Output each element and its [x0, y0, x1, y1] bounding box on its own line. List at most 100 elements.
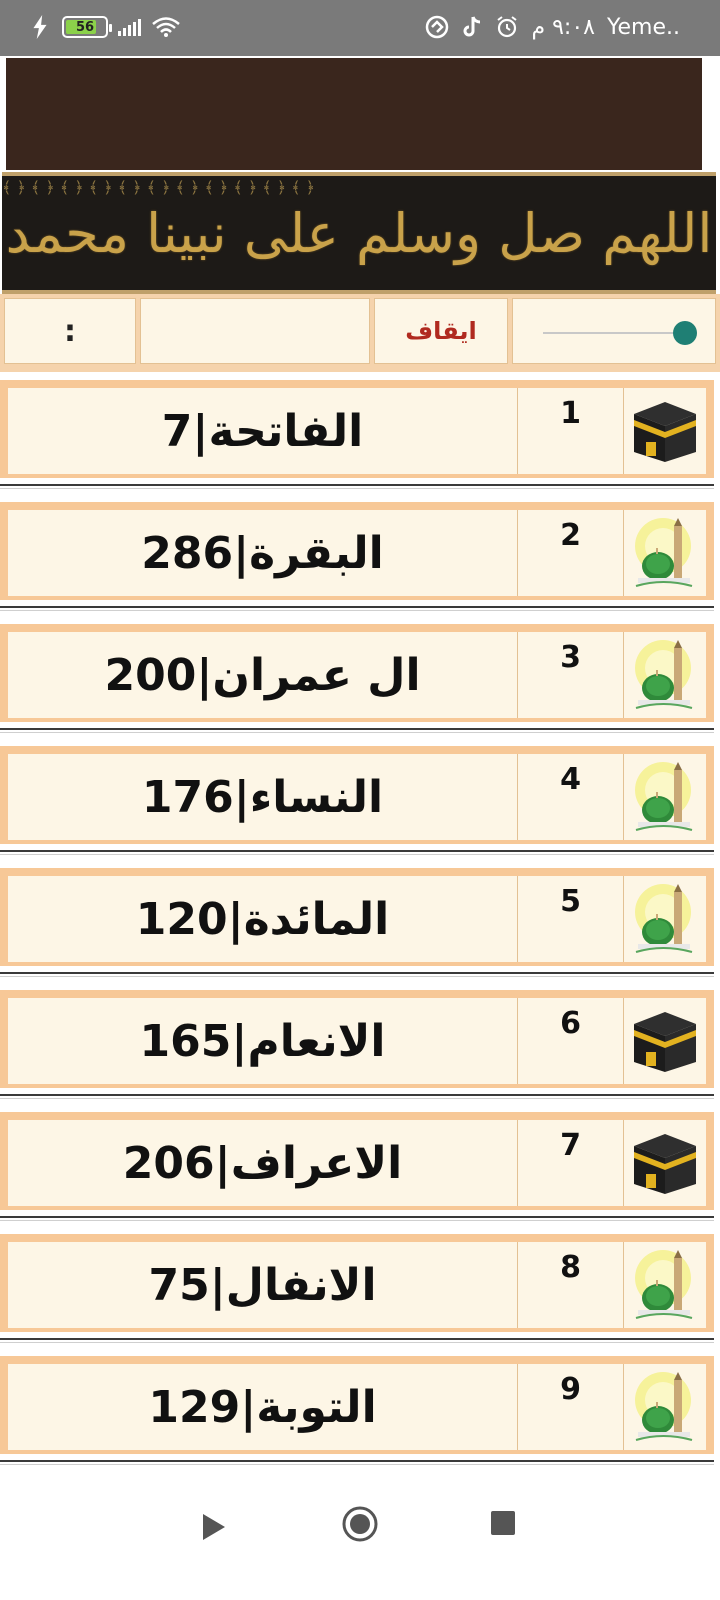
surah-card[interactable]: المائدة|120 5: [0, 868, 714, 966]
surah-card[interactable]: الانفال|75 8: [0, 1234, 714, 1332]
surah-number: 5: [518, 876, 624, 962]
surah-number: 4: [518, 754, 624, 840]
surah-name: التوبة|129: [8, 1364, 518, 1450]
row-divider: [0, 1460, 714, 1462]
row-divider: [0, 1338, 714, 1340]
calligraphy-banner: ﴾ ﴿ ﴾ ﴿ ﴾ ﴿ ﴾ ﴿ ﴾ ﴿ ﴾ ﴿ ﴾ ﴿ ﴾ ﴿ ﴾ ﴿ ﴾ ﴿ …: [2, 172, 716, 294]
app-icon: [426, 15, 449, 39]
wifi-icon: [152, 17, 180, 37]
surah-row[interactable]: التوبة|129 9: [0, 1348, 720, 1470]
surah-name: المائدة|120: [8, 876, 518, 962]
surah-icon-cell: [624, 632, 706, 718]
charging-icon: [33, 15, 47, 39]
back-icon[interactable]: [200, 1512, 228, 1542]
mosque-icon: [635, 640, 693, 709]
surah-card[interactable]: النساء|176 4: [0, 746, 714, 844]
status-bar: 56 ٩:٠٨ م Yeme..: [0, 0, 720, 56]
row-divider-light: [0, 1220, 714, 1221]
battery-level: 56: [75, 19, 95, 35]
row-divider-light: [0, 976, 714, 977]
row-divider-light: [0, 610, 714, 611]
battery-icon: 56: [62, 16, 112, 38]
surah-card[interactable]: الفاتحة|7 1: [0, 380, 714, 478]
surah-number: 3: [518, 632, 624, 718]
surah-list: الفاتحة|7 1 البقرة|286 2 ال عمران|200 3 النساء…: [0, 372, 720, 1470]
surah-icon-cell: [624, 1242, 706, 1328]
status-cell: [140, 298, 370, 364]
mosque-icon: [635, 884, 693, 953]
carrier-name: Yeme..: [606, 14, 680, 40]
surah-icon-cell: [624, 754, 706, 840]
row-divider: [0, 606, 714, 608]
surah-card[interactable]: ال عمران|200 3: [0, 624, 714, 722]
header-panel: [6, 58, 702, 170]
surah-icon-cell: [624, 998, 706, 1084]
tiktok-icon: [464, 16, 481, 37]
surah-row[interactable]: ال عمران|200 3: [0, 616, 720, 738]
surah-number: 9: [518, 1364, 624, 1450]
slider-track: [543, 332, 675, 334]
row-divider-light: [0, 488, 714, 489]
status-time: ٩:٠٨ م: [531, 14, 595, 40]
surah-row[interactable]: الاعراف|206 7: [0, 1104, 720, 1226]
row-divider: [0, 728, 714, 730]
kaaba-icon: [634, 402, 696, 462]
surah-name: البقرة|286: [8, 510, 518, 596]
row-divider: [0, 1216, 714, 1218]
surah-icon-cell: [624, 1120, 706, 1206]
surah-name: الانعام|165: [8, 998, 518, 1084]
kaaba-icon: [634, 1012, 696, 1072]
mosque-icon: [635, 1250, 693, 1319]
surah-name: النساء|176: [8, 754, 518, 840]
stop-button[interactable]: ايقاف: [374, 298, 508, 364]
progress-slider[interactable]: [512, 298, 716, 364]
surah-row[interactable]: النساء|176 4: [0, 738, 720, 860]
surah-row[interactable]: الانفال|75 8: [0, 1226, 720, 1348]
surah-name: الفاتحة|7: [8, 388, 518, 474]
home-icon[interactable]: [340, 1504, 380, 1544]
row-divider: [0, 484, 714, 486]
slider-thumb[interactable]: [673, 321, 697, 345]
row-divider-light: [0, 1464, 714, 1465]
row-divider: [0, 972, 714, 974]
surah-icon-cell: [624, 876, 706, 962]
row-divider-light: [0, 1342, 714, 1343]
row-divider: [0, 850, 714, 852]
recents-icon[interactable]: [490, 1510, 516, 1536]
stop-label: ايقاف: [405, 317, 477, 345]
row-divider-light: [0, 1098, 714, 1099]
surah-card[interactable]: البقرة|286 2: [0, 502, 714, 600]
surah-row[interactable]: البقرة|286 2: [0, 494, 720, 616]
surah-icon-cell: [624, 388, 706, 474]
surah-row[interactable]: الانعام|165 6: [0, 982, 720, 1104]
menu-button[interactable]: :: [4, 298, 136, 364]
surah-icon-cell: [624, 510, 706, 596]
surah-card[interactable]: التوبة|129 9: [0, 1356, 714, 1454]
row-divider-light: [0, 854, 714, 855]
surah-icon-cell: [624, 1364, 706, 1450]
surah-number: 8: [518, 1242, 624, 1328]
row-divider-light: [0, 732, 714, 733]
menu-label: :: [64, 313, 76, 349]
navigation-bar: [0, 1476, 720, 1600]
surah-name: الاعراف|206: [8, 1120, 518, 1206]
alarm-icon: [497, 16, 518, 38]
surah-row[interactable]: الفاتحة|7 1: [0, 372, 720, 494]
surah-number: 6: [518, 998, 624, 1084]
signal-icon: [118, 18, 141, 36]
surah-number: 2: [518, 510, 624, 596]
surah-number: 7: [518, 1120, 624, 1206]
surah-number: 1: [518, 388, 624, 474]
mosque-icon: [635, 1372, 693, 1441]
mosque-icon: [635, 762, 693, 831]
surah-card[interactable]: الاعراف|206 7: [0, 1112, 714, 1210]
surah-name: ال عمران|200: [8, 632, 518, 718]
surah-row[interactable]: المائدة|120 5: [0, 860, 720, 982]
playback-controls: : ايقاف: [0, 294, 720, 372]
banner-text: اللهم صل وسلم على نبينا محمد: [5, 201, 713, 265]
kaaba-icon: [634, 1134, 696, 1194]
mosque-icon: [635, 518, 693, 587]
surah-card[interactable]: الانعام|165 6: [0, 990, 714, 1088]
row-divider: [0, 1094, 714, 1096]
surah-name: الانفال|75: [8, 1242, 518, 1328]
